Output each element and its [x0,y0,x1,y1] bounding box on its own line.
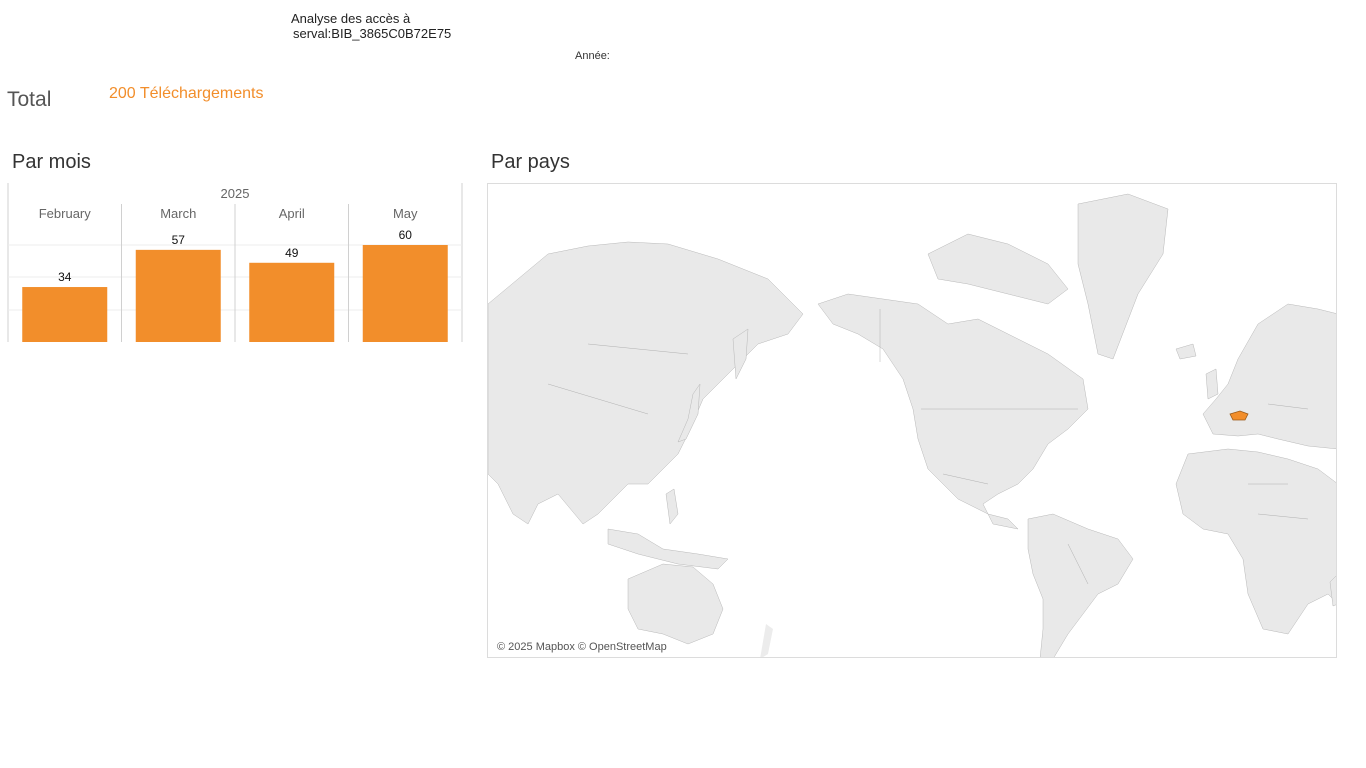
by-month-title: Par mois [12,151,91,173]
chart-category-label: March [160,206,196,221]
map-attribution[interactable]: © 2025 Mapbox © OpenStreetMap [495,641,669,653]
world-map-canvas[interactable] [488,184,1337,658]
monthly-bar-chart[interactable]: 2025 February 34 March 57 April 49 May 60 [0,180,470,346]
land-arctic-islands [927,233,1069,305]
total-label: Total [7,88,52,111]
year-filter-label[interactable]: Année: [575,50,610,62]
chart-bar[interactable] [249,262,335,342]
total-downloads-value: 200 Téléchargements [109,85,264,102]
chart-bar[interactable] [22,287,108,342]
chart-category-label: May [393,206,418,221]
chart-data-label: 49 [285,246,299,260]
land-iceland [1175,343,1197,360]
land-asia [488,241,804,525]
land-new-zealand [760,624,773,657]
land-australia [627,563,724,645]
land-se-asia-islands [607,528,729,570]
chart-category-label: February [39,206,92,221]
chart-category-label: April [279,206,305,221]
by-country-title: Par pays [491,151,570,173]
land-uk [1205,368,1219,400]
page-title: Analyse des accès à serval:BIB_3865C0B72… [291,11,451,41]
world-map[interactable]: © 2025 Mapbox © OpenStreetMap [487,183,1337,658]
land-south-america [1027,513,1134,657]
page-title-line1: Analyse des accès à [291,11,411,26]
chart-data-label: 34 [58,270,72,284]
land-africa [1175,448,1336,635]
land-greenland [1077,193,1169,360]
chart-group-label: 2025 [221,186,250,201]
chart-bar[interactable] [362,245,448,342]
land-philippines [665,488,679,525]
page-title-line2: serval:BIB_3865C0B72E75 [293,26,452,41]
chart-bar[interactable] [135,249,221,342]
chart-data-label: 60 [399,228,413,242]
chart-data-label: 57 [172,233,186,247]
land-north-america [817,293,1089,530]
land-europe [1202,303,1336,450]
